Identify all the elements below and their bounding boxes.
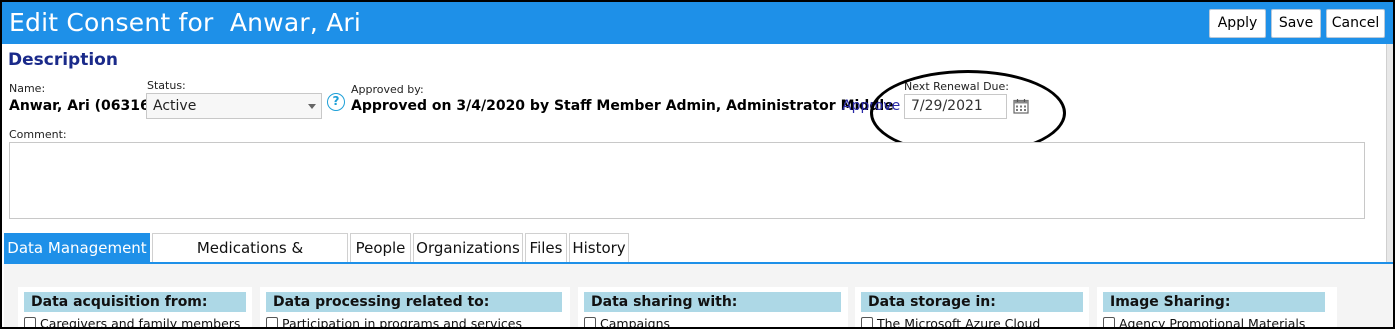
section-title: Description <box>8 50 118 70</box>
apply-button[interactable]: Apply <box>1209 9 1266 38</box>
checkbox-label: Agency Promotional Materials <box>1119 316 1306 329</box>
comment-label: Comment: <box>9 128 67 141</box>
checkbox-label: The Microsoft Azure Cloud <box>877 316 1041 329</box>
checkbox-item[interactable]: The Microsoft Azure Cloud <box>861 316 1041 329</box>
checkbox[interactable] <box>24 317 36 327</box>
renewal-date-input[interactable]: 7/29/2021 <box>904 94 1007 119</box>
checkbox-label: Campaigns <box>600 316 671 329</box>
card-header: Data storage in: <box>861 292 1083 312</box>
name-label: Name: <box>9 82 46 95</box>
header-bar: Edit Consent for Anwar, Ari Apply Save C… <box>2 2 1393 44</box>
chevron-down-icon <box>308 104 316 109</box>
checkbox-item[interactable]: Campaigns <box>584 316 671 329</box>
cancel-button[interactable]: Cancel <box>1326 9 1385 38</box>
card-header: Image Sharing: <box>1103 292 1325 312</box>
tab-organizations[interactable]: Organizations <box>413 233 523 263</box>
checkbox-label: Caregivers and family members <box>40 316 241 329</box>
help-circle-icon[interactable]: ? <box>327 93 345 111</box>
card-data-acquisition: Data acquisition from: Caregivers and fa… <box>18 287 252 329</box>
card-data-processing: Data processing related to: Participatio… <box>260 287 570 329</box>
checkbox-label: Participation in programs and services <box>282 316 522 329</box>
name-value: Anwar, Ari (06316) <box>9 98 157 114</box>
card-data-storage: Data storage in: The Microsoft Azure Clo… <box>855 287 1089 329</box>
checkbox-item[interactable]: Agency Promotional Materials <box>1103 316 1306 329</box>
approve-link[interactable]: Approve <box>842 98 900 114</box>
checkbox[interactable] <box>861 317 873 327</box>
card-header: Data acquisition from: <box>24 292 246 312</box>
approved-by-label: Approved by: <box>351 83 424 96</box>
checkbox-item[interactable]: Caregivers and family members <box>24 316 241 329</box>
card-header: Data processing related to: <box>266 292 562 312</box>
calendar-icon[interactable] <box>1013 98 1029 114</box>
consent-editor-window: Edit Consent for Anwar, Ari Apply Save C… <box>0 0 1395 329</box>
save-button[interactable]: Save <box>1271 9 1321 38</box>
page-title: Edit Consent for Anwar, Ari <box>9 8 362 37</box>
checkbox-item[interactable]: Participation in programs and services <box>266 316 522 329</box>
card-image-sharing: Image Sharing: Agency Promotional Materi… <box>1097 287 1337 329</box>
tab-data-management[interactable]: Data Management <box>4 233 150 263</box>
checkbox[interactable] <box>266 317 278 327</box>
renewal-label: Next Renewal Due: <box>904 80 1009 93</box>
approved-by-value: Approved on 3/4/2020 by Staff Member Adm… <box>351 98 894 114</box>
status-select-value: Active <box>153 98 197 114</box>
tab-history[interactable]: History <box>569 233 629 263</box>
comment-textarea[interactable] <box>9 142 1365 219</box>
tab-people[interactable]: People <box>350 233 411 263</box>
checkbox[interactable] <box>1103 317 1115 327</box>
tab-medications-treatments[interactable]: Medications & Treatments <box>152 233 348 286</box>
status-label: Status: <box>147 79 186 92</box>
checkbox[interactable] <box>584 317 596 327</box>
status-select[interactable]: Active <box>146 93 322 119</box>
card-data-sharing: Data sharing with: Campaigns <box>578 287 848 329</box>
card-header: Data sharing with: <box>584 292 841 312</box>
tab-files[interactable]: Files <box>525 233 567 263</box>
